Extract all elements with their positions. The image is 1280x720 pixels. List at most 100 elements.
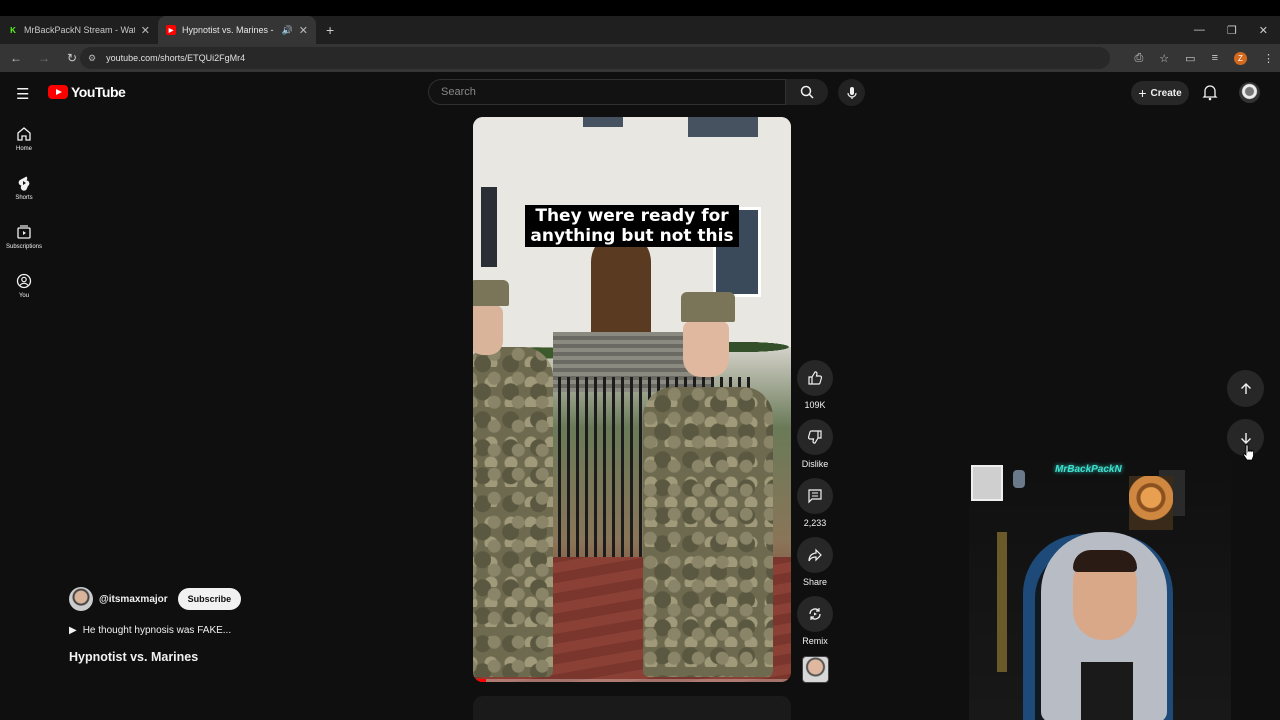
dislike-circle bbox=[797, 419, 833, 455]
channel-avatar[interactable] bbox=[69, 587, 93, 611]
share-button[interactable]: Share bbox=[795, 537, 835, 596]
video-scene-face bbox=[683, 321, 729, 377]
profile-avatar[interactable]: Z bbox=[1234, 51, 1247, 65]
account-avatar[interactable] bbox=[1239, 82, 1260, 103]
shorts-video-player[interactable]: They were ready for anything but not thi… bbox=[473, 117, 791, 682]
video-scene-marine-left bbox=[473, 347, 553, 677]
close-tab-icon[interactable]: ✕ bbox=[299, 24, 308, 37]
video-title[interactable]: Hypnotist vs. Marines bbox=[69, 650, 449, 664]
notifications-bell-icon[interactable] bbox=[1201, 83, 1219, 101]
like-circle bbox=[797, 360, 833, 396]
address-bar-row: ← → ↻ ⚙ youtube.com/shorts/ETQUi2FgMr4 ⎙… bbox=[0, 44, 1280, 72]
restore-icon[interactable]: ❐ bbox=[1227, 24, 1237, 37]
tab-title: Hypnotist vs. Marines - You bbox=[182, 25, 276, 35]
url-field[interactable]: ⚙ youtube.com/shorts/ETQUi2FgMr4 bbox=[80, 47, 1110, 69]
home-icon bbox=[17, 126, 31, 141]
comments-button[interactable]: 2,233 bbox=[795, 478, 835, 537]
remix-icon bbox=[809, 608, 821, 620]
minimize-icon[interactable]: — bbox=[1194, 24, 1205, 36]
video-progress-bar[interactable] bbox=[473, 679, 791, 682]
tab-hypnotist[interactable]: ▶ Hypnotist vs. Marines - You 🔊 ✕ bbox=[158, 16, 316, 44]
channel-thumbnail[interactable] bbox=[802, 656, 829, 683]
search-input[interactable]: Search bbox=[428, 79, 786, 105]
tab-title: MrBackPackN Stream - Watch l bbox=[24, 25, 135, 35]
hamburger-menu-icon[interactable]: ☰ bbox=[16, 85, 29, 103]
subscribe-button[interactable]: Subscribe bbox=[177, 588, 242, 610]
webcam-streamer-hair bbox=[1073, 550, 1137, 572]
video-scene-window bbox=[583, 117, 623, 127]
tab-mrbackpackn[interactable]: K MrBackPackN Stream - Watch l ✕ bbox=[0, 16, 158, 44]
guide-item-label: You bbox=[18, 292, 30, 299]
youtube-logo[interactable]: YouTube bbox=[48, 84, 126, 100]
microphone-icon bbox=[846, 86, 857, 99]
forward-icon[interactable]: → bbox=[32, 51, 56, 65]
dislike-button[interactable]: Dislike bbox=[795, 419, 835, 478]
comments-circle bbox=[797, 478, 833, 514]
comment-icon bbox=[808, 489, 822, 504]
short-metadata: @itsmaxmajor Subscribe ▶ He thought hypn… bbox=[69, 587, 449, 664]
plus-icon: + bbox=[1138, 85, 1147, 101]
video-scene-cap bbox=[473, 280, 509, 306]
video-scene-window bbox=[688, 117, 758, 137]
shorts-icon bbox=[18, 176, 30, 191]
video-scene-cap bbox=[681, 292, 735, 322]
video-scene-face bbox=[473, 305, 503, 355]
video-scene-window bbox=[481, 187, 497, 267]
arrow-up-icon bbox=[1240, 382, 1251, 394]
like-button[interactable]: 109K bbox=[795, 360, 835, 419]
speaker-icon[interactable]: 🔊 bbox=[282, 25, 293, 36]
tab-bar: K MrBackPackN Stream - Watch l ✕ ▶ Hypno… bbox=[0, 16, 1280, 44]
voice-search-button[interactable] bbox=[838, 79, 865, 106]
next-short-preview bbox=[473, 696, 791, 720]
window-top-strip bbox=[0, 0, 1280, 16]
guide-item-home[interactable]: Home bbox=[0, 114, 48, 163]
webcam-plant bbox=[997, 532, 1007, 672]
menu-icon[interactable]: ⋮ bbox=[1263, 52, 1274, 65]
remix-button[interactable]: Remix bbox=[795, 596, 835, 655]
you-icon bbox=[16, 273, 32, 288]
kick-favicon-icon: K bbox=[10, 25, 16, 35]
guide-item-subscriptions[interactable]: Subscriptions bbox=[0, 212, 48, 261]
cast-icon[interactable]: ▭ bbox=[1185, 52, 1195, 65]
dislike-label: Dislike bbox=[801, 459, 829, 469]
site-info-icon[interactable]: ⚙ bbox=[88, 53, 96, 64]
caption-line: They were ready for bbox=[535, 206, 729, 226]
create-label: Create bbox=[1150, 87, 1182, 99]
guide-item-you[interactable]: You bbox=[0, 261, 48, 310]
thumbs-up-icon bbox=[808, 371, 823, 385]
like-count: 109K bbox=[804, 400, 826, 410]
remix-label: Remix bbox=[802, 636, 828, 646]
play-triangle-icon: ▶ bbox=[69, 625, 77, 636]
webcam-streamer-shirt bbox=[1081, 662, 1133, 720]
guide-item-shorts[interactable]: Shorts bbox=[0, 163, 48, 212]
description-text: He thought hypnosis was FAKE... bbox=[82, 625, 232, 636]
guide-item-label: Shorts bbox=[15, 194, 33, 201]
channel-handle[interactable]: @itsmaxmajor bbox=[99, 594, 168, 605]
webcam-shelf-item bbox=[1013, 470, 1025, 488]
toolbar-icons: ⎙ ☆ ▭ ≡ Z ⋮ bbox=[1134, 44, 1274, 72]
guide-item-label: Home bbox=[15, 145, 32, 152]
mini-guide: Home Shorts Subscriptions You bbox=[0, 114, 48, 310]
comment-count: 2,233 bbox=[803, 518, 827, 528]
webcam-tiger-picture bbox=[1129, 476, 1173, 530]
media-controls-icon[interactable]: ≡ bbox=[1212, 52, 1218, 64]
search-button[interactable] bbox=[786, 79, 828, 105]
create-button[interactable]: + Create bbox=[1131, 81, 1189, 105]
close-window-icon[interactable]: ✕ bbox=[1259, 24, 1268, 37]
share-label: Share bbox=[802, 577, 828, 587]
share-circle bbox=[797, 537, 833, 573]
install-icon[interactable]: ⎙ bbox=[1134, 52, 1143, 65]
webcam-overlay: MrBackPackN bbox=[969, 462, 1231, 720]
remix-circle bbox=[797, 596, 833, 632]
close-tab-icon[interactable]: ✕ bbox=[141, 24, 150, 37]
shorts-actions: 109K Dislike 2,233 Share Remix bbox=[795, 360, 835, 655]
description-toggle[interactable]: ▶ He thought hypnosis was FAKE... bbox=[69, 625, 449, 636]
previous-short-button[interactable] bbox=[1227, 370, 1264, 407]
new-tab-button[interactable]: + bbox=[326, 22, 334, 38]
youtube-favicon-icon: ▶ bbox=[166, 25, 176, 35]
caption-line: anything but not this bbox=[530, 226, 734, 246]
bookmark-star-icon[interactable]: ☆ bbox=[1159, 52, 1169, 65]
back-icon[interactable]: ← bbox=[4, 51, 28, 65]
webcam-wall-frame bbox=[971, 465, 1003, 501]
subscriptions-icon bbox=[17, 224, 31, 239]
